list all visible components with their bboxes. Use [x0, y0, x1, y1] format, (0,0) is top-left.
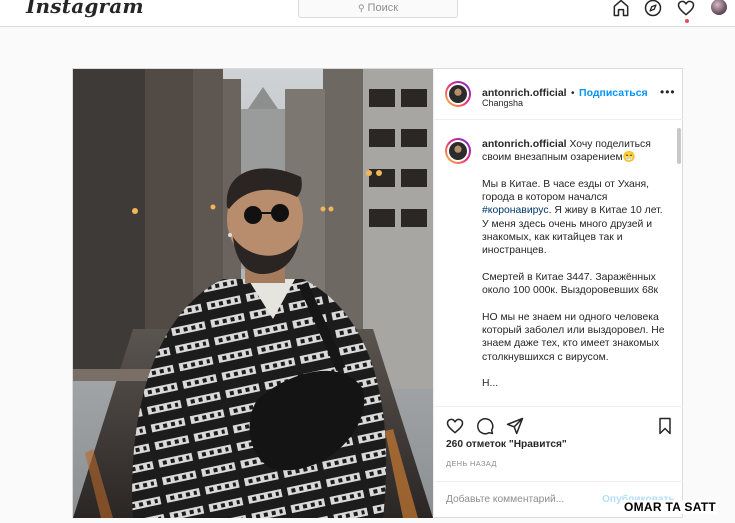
watermark-text: OMAR TA SATT — [622, 500, 719, 514]
comment-input[interactable]: Добавьте комментарий... — [446, 494, 564, 505]
save-bookmark-icon[interactable] — [655, 416, 675, 436]
caption-paragraph-3: НО мы не знаем ни одного человека которы… — [482, 311, 665, 363]
instagram-logo[interactable]: Instagram — [26, 0, 144, 18]
like-heart-icon[interactable] — [445, 416, 465, 436]
caption-paragraph-2: Смертей в Китае 3447. Заражённых около 1… — [482, 271, 659, 297]
caption-paragraph-1-start: Мы в Китае. В часе езды от Уханя, города… — [482, 178, 650, 204]
post-side-panel: antonrich.official • Подписаться Changsh… — [433, 69, 683, 518]
notification-dot — [685, 19, 689, 23]
caption-username[interactable]: antonrich.official — [482, 138, 567, 150]
caption-paragraph-4: Н... — [482, 378, 499, 390]
street-photo-illustration — [73, 69, 433, 518]
caption-text: antonrich.official Хочу поделиться своим… — [482, 138, 672, 404]
top-navigation-bar: Instagram ⚲ Поиск — [0, 0, 735, 27]
header-separator: • — [571, 88, 575, 99]
profile-avatar[interactable] — [711, 0, 727, 15]
post-location[interactable]: Changsha — [482, 98, 523, 108]
more-options-icon[interactable]: ••• — [660, 85, 676, 99]
follow-button[interactable]: Подписаться — [579, 87, 648, 99]
caption-scrollbar[interactable] — [677, 128, 681, 164]
author-avatar[interactable] — [445, 81, 471, 107]
caption-scroll-area[interactable]: antonrich.official Хочу поделиться своим… — [434, 120, 683, 406]
search-placeholder: Поиск — [367, 2, 399, 14]
share-send-icon[interactable] — [505, 416, 525, 436]
comment-icon[interactable] — [475, 416, 495, 436]
hashtag-link[interactable]: #коронавирус — [482, 205, 549, 216]
post-header: antonrich.official • Подписаться Changsh… — [434, 69, 683, 120]
likes-count[interactable]: 260 отметок "Нравится" — [446, 439, 567, 450]
home-icon[interactable] — [611, 0, 631, 18]
search-input[interactable]: ⚲ Поиск — [298, 0, 458, 18]
search-icon: ⚲ — [357, 3, 365, 13]
explore-compass-icon[interactable] — [643, 0, 663, 18]
post-photo[interactable] — [73, 69, 433, 518]
post-card: antonrich.official • Подписаться Changsh… — [72, 68, 683, 518]
post-date: ДЕНЬ НАЗАД — [446, 459, 497, 468]
activity-heart-icon[interactable] — [676, 0, 696, 18]
caption-author-avatar[interactable] — [445, 138, 471, 164]
